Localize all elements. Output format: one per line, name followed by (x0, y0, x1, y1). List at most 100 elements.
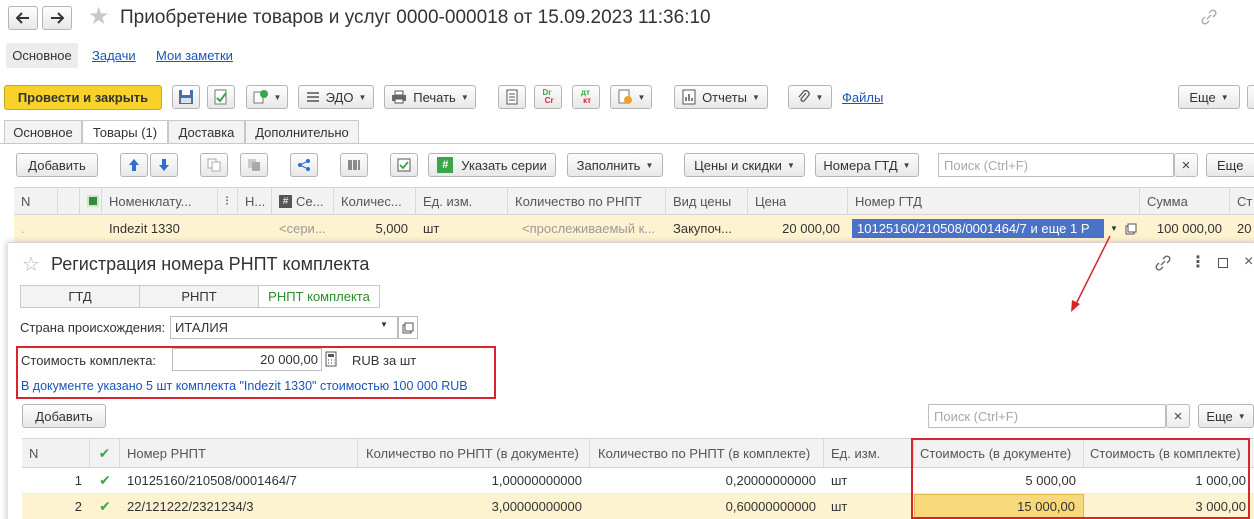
rnpt-col-qty-kit[interactable]: Количество по РНПТ (в комплекте) (590, 439, 824, 467)
goods-search-input[interactable]: Поиск (Ctrl+F) (938, 153, 1174, 177)
dialog-search-input[interactable]: Поиск (Ctrl+F) (928, 404, 1166, 428)
col-series[interactable]: # Се... (272, 188, 334, 214)
goods-search-clear-button[interactable]: × (1174, 153, 1198, 177)
post-and-close-button[interactable]: Провести и закрыть (4, 85, 162, 110)
attachments-button[interactable]: ▼ (788, 85, 832, 109)
split-row-button[interactable] (290, 153, 318, 177)
fill-button[interactable]: Заполнить ▼ (567, 153, 663, 177)
rnpt-row-unit[interactable]: шт (824, 468, 914, 493)
rnpt-row-qty-doc[interactable]: 3,00000000000 (358, 494, 590, 519)
tab-main[interactable]: Основное (4, 120, 82, 144)
specify-series-button[interactable]: # Указать серии (428, 153, 556, 177)
col-price-type[interactable]: Вид цены (666, 188, 748, 214)
dt-kt-button[interactable]: дт кт (572, 85, 600, 109)
move-down-button[interactable] (150, 153, 178, 177)
nav-tab-notes[interactable]: Мои заметки (156, 48, 233, 63)
create-based-on-button[interactable]: ▼ (246, 85, 288, 109)
post-button[interactable] (207, 85, 235, 109)
kit-cost-input[interactable]: 20 000,00 (172, 348, 322, 371)
structure-button[interactable]: ▼ (610, 85, 652, 109)
goods-row-nomenclature[interactable]: Indezit 1330 (102, 215, 218, 242)
link-icon[interactable] (1200, 8, 1218, 29)
col-kit-icon[interactable] (80, 188, 102, 214)
goods-row-price[interactable]: 20 000,00 (748, 215, 848, 242)
col-rnpt-qty[interactable]: Количество по РНПТ (508, 188, 666, 214)
prices-discounts-button[interactable]: Цены и скидки ▼ (684, 153, 805, 177)
forward-button[interactable] (42, 6, 72, 30)
nav-tab-main[interactable]: Основное (6, 43, 78, 68)
goods-more-button[interactable]: Еще (1206, 153, 1254, 177)
nav-tab-tasks[interactable]: Задачи (92, 48, 136, 63)
tab-additional[interactable]: Дополнительно (245, 120, 359, 144)
dialog-close-icon[interactable]: × (1244, 253, 1253, 271)
gtd-numbers-button[interactable]: Номера ГТД ▼ (815, 153, 919, 177)
dialog-link-icon[interactable] (1154, 254, 1172, 275)
dialog-tab-rnpt-kit[interactable]: РНПТ комплекта (258, 285, 380, 308)
country-field[interactable]: ИТАЛИЯ (170, 316, 398, 339)
more-button[interactable]: Еще ▼ (1178, 85, 1240, 109)
reports-button[interactable]: Отчеты ▼ (674, 85, 768, 109)
goods-row-price-type[interactable]: Закупоч... (666, 215, 748, 242)
col-gtd[interactable]: Номер ГТД (848, 188, 1140, 214)
copy-row-button[interactable] (200, 153, 228, 177)
calculator-icon[interactable] (325, 351, 337, 370)
gtd-open-icon[interactable] (1122, 215, 1140, 242)
save-button[interactable] (172, 85, 200, 109)
select-button[interactable] (390, 153, 418, 177)
col-unit[interactable]: Ед. изм. (416, 188, 508, 214)
col-st[interactable]: Ст (1230, 188, 1254, 214)
barcode-button[interactable] (340, 153, 368, 177)
rnpt-row-qty-kit[interactable]: 0,60000000000 (590, 494, 824, 519)
print-button[interactable]: Печать ▼ (384, 85, 476, 109)
col-n[interactable]: N (14, 188, 58, 214)
goods-add-button[interactable]: Добавить (16, 153, 98, 177)
dialog-star-icon[interactable]: ☆ (22, 252, 40, 277)
files-link[interactable]: Файлы (842, 90, 883, 105)
rnpt-row-number[interactable]: 22/121222/2321234/3 (120, 494, 358, 519)
rnpt-col-qty-doc[interactable]: Количество по РНПТ (в документе) (358, 439, 590, 467)
rnpt-col-unit[interactable]: Ед. изм. (824, 439, 914, 467)
edo-button[interactable]: ЭДО ▼ (298, 85, 374, 109)
rnpt-row-unit[interactable]: шт (824, 494, 914, 519)
goods-row-rnpt-qty[interactable]: <прослеживаемый к... (508, 215, 666, 242)
rnpt-col-check[interactable]: ✔ (90, 439, 120, 467)
dialog-menu-icon[interactable]: ⋮ (1190, 255, 1206, 271)
col-price[interactable]: Цена (748, 188, 848, 214)
dialog-tab-rnpt[interactable]: РНПТ (139, 285, 259, 308)
dialog-tab-gtd[interactable]: ГТД (20, 285, 140, 308)
dr-cr-button[interactable]: Dr Cr (534, 85, 562, 109)
dialog-more-button[interactable]: Еще ▼ (1198, 404, 1254, 428)
goods-row-series[interactable]: <сери... (272, 215, 334, 242)
rnpt-col-n[interactable]: N (22, 439, 90, 467)
tab-goods[interactable]: Товары (1) (82, 120, 168, 144)
back-button[interactable] (8, 6, 38, 30)
favorite-star-icon[interactable]: ★ (88, 4, 110, 30)
goods-row-st[interactable]: 20 (1230, 215, 1254, 242)
col-quantity[interactable]: Количес... (334, 188, 416, 214)
col-chars[interactable]: ⁝ (218, 188, 238, 214)
paste-row-button[interactable] (240, 153, 268, 177)
rnpt-row-qty-kit[interactable]: 0,20000000000 (590, 468, 824, 493)
rnpt-row-qty-doc[interactable]: 1,00000000000 (358, 468, 590, 493)
col-n2[interactable]: Н... (238, 188, 272, 214)
col-sum[interactable]: Сумма (1140, 188, 1230, 214)
move-up-button[interactable] (120, 153, 148, 177)
help-button[interactable] (1247, 85, 1254, 109)
goods-row-sum[interactable]: 100 000,00 (1140, 215, 1230, 242)
goods-row-qty[interactable]: 5,000 (334, 215, 416, 242)
edo-icon (306, 92, 319, 102)
country-open-icon[interactable] (398, 316, 418, 339)
col-nomenclature[interactable]: Номенклату... (102, 188, 218, 214)
rnpt-col-number[interactable]: Номер РНПТ (120, 439, 358, 467)
rnpt-row-number[interactable]: 10125160/210508/0001464/7 (120, 468, 358, 493)
country-dropdown-icon[interactable]: ▼ (380, 320, 388, 329)
goods-row-unit[interactable]: шт (416, 215, 508, 242)
rnpt-row-check[interactable]: ✔ (90, 468, 120, 493)
journal-button[interactable] (498, 85, 526, 109)
tab-delivery[interactable]: Доставка (168, 120, 245, 144)
dt-kt-icon: дт кт (580, 88, 592, 105)
dialog-search-clear-button[interactable]: × (1166, 404, 1190, 428)
rnpt-row-check[interactable]: ✔ (90, 494, 120, 519)
dialog-maximize-icon[interactable] (1218, 258, 1228, 268)
dialog-add-button[interactable]: Добавить (22, 404, 106, 428)
